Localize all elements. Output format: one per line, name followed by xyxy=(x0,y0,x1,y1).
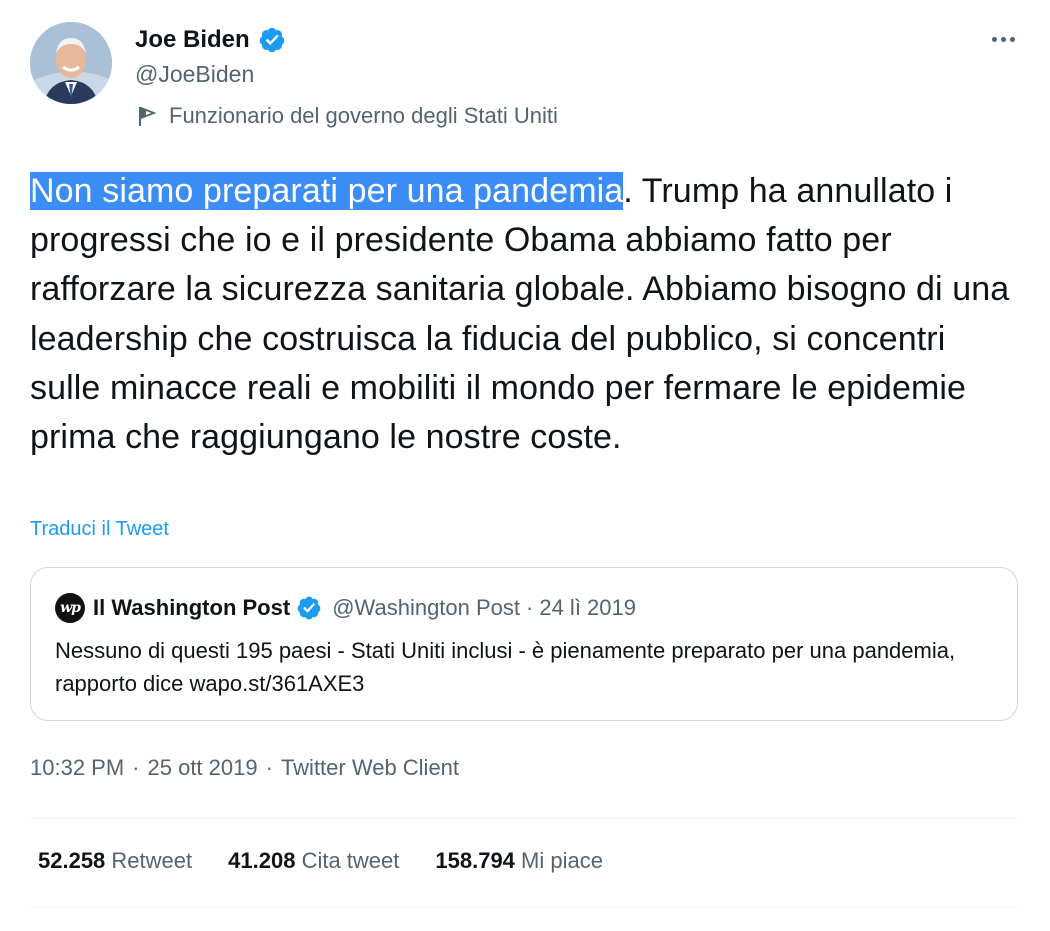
tweet-date[interactable]: 25 ott 2019 xyxy=(148,755,258,781)
quoted-tweet-date: 24 lì 2019 xyxy=(539,595,636,620)
avatar[interactable] xyxy=(30,22,112,104)
quote-tweet-count[interactable]: 41.208 Cita tweet xyxy=(228,848,399,874)
flag-icon xyxy=(139,106,157,126)
more-options-icon[interactable] xyxy=(986,24,1020,54)
tweet-text: Non siamo preparati per una pandemia. Tr… xyxy=(30,167,1015,462)
stat-value: 158.794 xyxy=(435,848,515,873)
quoted-tweet-header: wp Il Washington Post @Washington Post ·… xyxy=(55,592,636,624)
verified-badge-icon xyxy=(297,596,321,620)
retweet-count[interactable]: 52.258 Retweet xyxy=(38,848,192,874)
stat-label: Retweet xyxy=(111,848,193,873)
separator-dot: · xyxy=(526,595,534,620)
stat-label: Cita tweet xyxy=(301,848,400,873)
author-handle[interactable]: @JoeBiden xyxy=(135,61,254,88)
like-count[interactable]: 158.794 Mi piace xyxy=(435,848,603,874)
tweet-text-body: . Trump ha annullato i progressi che io … xyxy=(30,172,1010,457)
selected-text: Non siamo preparati per una pandemia xyxy=(30,172,624,210)
stat-value: 41.208 xyxy=(228,848,296,873)
quoted-author-handle: @Washington Post xyxy=(332,595,521,620)
tweet-meta: 10:32 PM · 25 ott 2019 · Twitter Web Cli… xyxy=(30,755,459,781)
author-display-name[interactable]: Joe Biden xyxy=(135,26,250,54)
divider xyxy=(30,907,1018,908)
separator-dot: · xyxy=(265,755,273,780)
divider xyxy=(30,818,1018,819)
quoted-tweet-card[interactable]: wp Il Washington Post @Washington Post ·… xyxy=(30,567,1018,721)
separator-dot: · xyxy=(132,755,140,780)
washington-post-logo-icon: wp xyxy=(55,593,85,623)
account-label: Funzionario del governo degli Stati Unit… xyxy=(135,101,558,131)
tweet-detail: Joe Biden @JoeBiden Funzionario del gove… xyxy=(0,0,1050,931)
stat-value: 52.258 xyxy=(38,848,106,873)
verified-badge-icon xyxy=(259,27,284,53)
quoted-author-name: Il Washington Post xyxy=(93,595,291,620)
more-dot xyxy=(1000,36,1006,42)
avatar-photo-icon xyxy=(30,22,112,104)
tweet-stats: 52.258 Retweet 41.208 Cita tweet 158.794… xyxy=(38,848,603,874)
tweet-client[interactable]: Twitter Web Client xyxy=(281,755,459,781)
translate-tweet-link[interactable]: Traduci il Tweet xyxy=(30,518,169,541)
more-dot xyxy=(1009,36,1015,42)
quoted-tweet-text: Nessuno di questi 195 paesi - Stati Unit… xyxy=(55,638,956,696)
account-label-text: Funzionario del governo degli Stati Unit… xyxy=(169,103,558,128)
stat-label: Mi piace xyxy=(521,848,603,873)
tweet-time[interactable]: 10:32 PM xyxy=(30,755,124,781)
more-dot xyxy=(991,36,997,42)
author-name-row[interactable]: Joe Biden xyxy=(135,24,286,56)
